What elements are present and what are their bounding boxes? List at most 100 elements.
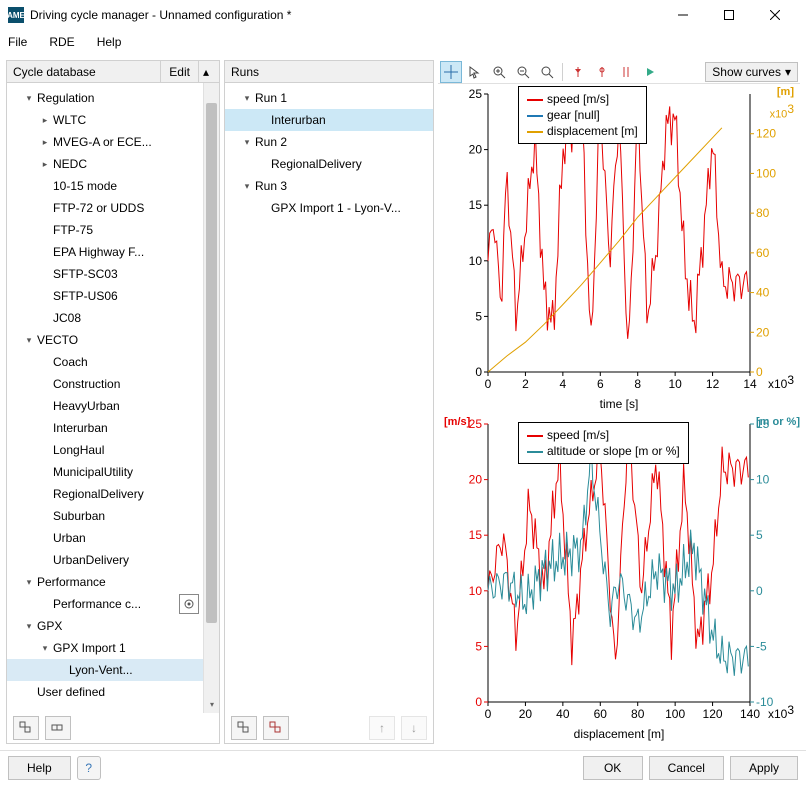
chart-time[interactable]: 024681012140510152025020406080100120time…	[438, 84, 800, 414]
tree-lyon[interactable]: Lyon-Vent...	[67, 663, 133, 677]
svg-text:80: 80	[631, 707, 645, 721]
runs-btn-2[interactable]	[263, 716, 289, 740]
tree-perf[interactable]: Performance	[35, 575, 106, 589]
tree-regional[interactable]: RegionalDelivery	[51, 487, 144, 501]
expand-all-button[interactable]	[13, 716, 39, 740]
scroll-up-icon[interactable]: ▴	[198, 61, 213, 82]
svg-text:12: 12	[706, 377, 720, 391]
show-curves-button[interactable]: Show curves▾	[705, 62, 798, 82]
svg-text:20: 20	[756, 325, 770, 339]
svg-text:25: 25	[469, 417, 483, 431]
runs-tree[interactable]: ▾Run 1 Interurban ▾Run 2 RegionalDeliver…	[225, 83, 433, 713]
titlebar: AME Driving cycle manager - Unnamed conf…	[0, 0, 806, 30]
svg-text:10: 10	[469, 584, 483, 598]
runs-panel: Runs ▾Run 1 Interurban ▾Run 2 RegionalDe…	[224, 60, 434, 744]
svg-text:0: 0	[756, 584, 763, 598]
svg-text:14: 14	[743, 377, 757, 391]
svg-text:4: 4	[560, 377, 567, 391]
marker-3-tool[interactable]	[615, 61, 637, 83]
tree-nedc[interactable]: NEDC	[51, 157, 87, 171]
svg-text:5: 5	[756, 528, 763, 542]
svg-text:25: 25	[469, 87, 483, 101]
tree-vecto[interactable]: VECTO	[35, 333, 78, 347]
svg-text:40: 40	[756, 286, 770, 300]
tree-construction[interactable]: Construction	[51, 377, 120, 391]
svg-text:8: 8	[634, 377, 641, 391]
tree-wltc[interactable]: WLTC	[51, 113, 86, 127]
tree-scrollbar[interactable]: ▾	[203, 83, 219, 713]
apply-button[interactable]: Apply	[730, 756, 798, 780]
tree-jc08[interactable]: JC08	[51, 311, 81, 325]
tree-municipal[interactable]: MunicipalUtility	[51, 465, 133, 479]
tree-coach[interactable]: Coach	[51, 355, 88, 369]
pointer-tool[interactable]	[464, 61, 486, 83]
gear-icon[interactable]	[179, 594, 199, 614]
cancel-button[interactable]: Cancel	[649, 756, 724, 780]
crosshair-tool[interactable]	[440, 61, 462, 83]
zoom-out-tool[interactable]	[512, 61, 534, 83]
menu-help[interactable]: Help	[97, 35, 122, 49]
tree-sftp03[interactable]: SFTP-SC03	[51, 267, 118, 281]
svg-text:80: 80	[756, 206, 770, 220]
run-3[interactable]: Run 3	[253, 179, 287, 193]
tree-1015[interactable]: 10-15 mode	[51, 179, 117, 193]
svg-text:40: 40	[556, 707, 570, 721]
tree-gpximp[interactable]: GPX Import 1	[51, 641, 126, 655]
help-button[interactable]: Help	[8, 756, 71, 780]
close-button[interactable]	[752, 0, 798, 30]
tree-regulation[interactable]: Regulation	[35, 91, 94, 105]
menu-file[interactable]: File	[8, 35, 27, 49]
run-2[interactable]: Run 2	[253, 135, 287, 149]
tree-longhaul[interactable]: LongHaul	[51, 443, 104, 457]
svg-text:10: 10	[668, 377, 682, 391]
svg-text:0: 0	[756, 365, 763, 379]
runs-btn-1[interactable]	[231, 716, 257, 740]
svg-text:displacement [m]: displacement [m]	[574, 727, 665, 741]
tree-mveg[interactable]: MVEG-A or ECE...	[51, 135, 152, 149]
svg-text:2: 2	[522, 377, 529, 391]
tree-suburban[interactable]: Suburban	[51, 509, 105, 523]
tree-urbandel[interactable]: UrbanDelivery	[51, 553, 129, 567]
run-3-gpx[interactable]: GPX Import 1 - Lyon-V...	[269, 201, 401, 215]
ok-button[interactable]: OK	[583, 756, 643, 780]
tree-gpx[interactable]: GPX	[35, 619, 62, 633]
svg-text:20: 20	[469, 143, 483, 157]
zoom-in-tool[interactable]	[488, 61, 510, 83]
svg-text:5: 5	[475, 309, 482, 323]
svg-text:10: 10	[756, 473, 770, 487]
svg-text:x103: x103	[768, 373, 794, 391]
marker-1-tool[interactable]	[567, 61, 589, 83]
svg-text:5: 5	[475, 639, 482, 653]
question-icon[interactable]: ?	[77, 756, 101, 780]
tree-interurban[interactable]: Interurban	[51, 421, 108, 435]
edit-button[interactable]: Edit	[160, 61, 198, 82]
svg-text:0: 0	[475, 365, 482, 379]
run-1-interurban[interactable]: Interurban	[269, 113, 326, 127]
chevron-down-icon: ▾	[785, 65, 791, 79]
marker-2-tool[interactable]	[591, 61, 613, 83]
tree-userdef[interactable]: User defined	[35, 685, 105, 699]
chart-displacement[interactable]: 0204060801001201400510152025-10-5051015d…	[438, 414, 800, 744]
tree-perfc[interactable]: Performance c...	[51, 597, 141, 611]
menu-rde[interactable]: RDE	[49, 35, 74, 49]
collapse-all-button[interactable]	[45, 716, 71, 740]
tree-ftp72[interactable]: FTP-72 or UDDS	[51, 201, 144, 215]
tree-sftp06[interactable]: SFTP-US06	[51, 289, 118, 303]
move-up-button[interactable]: ↑	[369, 716, 395, 740]
maximize-button[interactable]	[706, 0, 752, 30]
tree-ftp75[interactable]: FTP-75	[51, 223, 93, 237]
tree-heavy[interactable]: HeavyUrban	[51, 399, 120, 413]
tree-urban[interactable]: Urban	[51, 531, 86, 545]
zoom-fit-tool[interactable]	[536, 61, 558, 83]
svg-text:100: 100	[665, 707, 685, 721]
run-1[interactable]: Run 1	[253, 91, 287, 105]
move-down-button[interactable]: ↓	[401, 716, 427, 740]
minimize-button[interactable]	[660, 0, 706, 30]
cycle-tree[interactable]: ▾Regulation ▸WLTC ▸MVEG-A or ECE... ▸NED…	[7, 83, 203, 713]
app-icon: AME	[8, 7, 24, 23]
run-2-regional[interactable]: RegionalDelivery	[269, 157, 362, 171]
cycle-db-title: Cycle database	[13, 65, 96, 79]
svg-text:time [s]: time [s]	[600, 397, 639, 411]
play-tool[interactable]	[639, 61, 661, 83]
tree-epa[interactable]: EPA Highway F...	[51, 245, 144, 259]
